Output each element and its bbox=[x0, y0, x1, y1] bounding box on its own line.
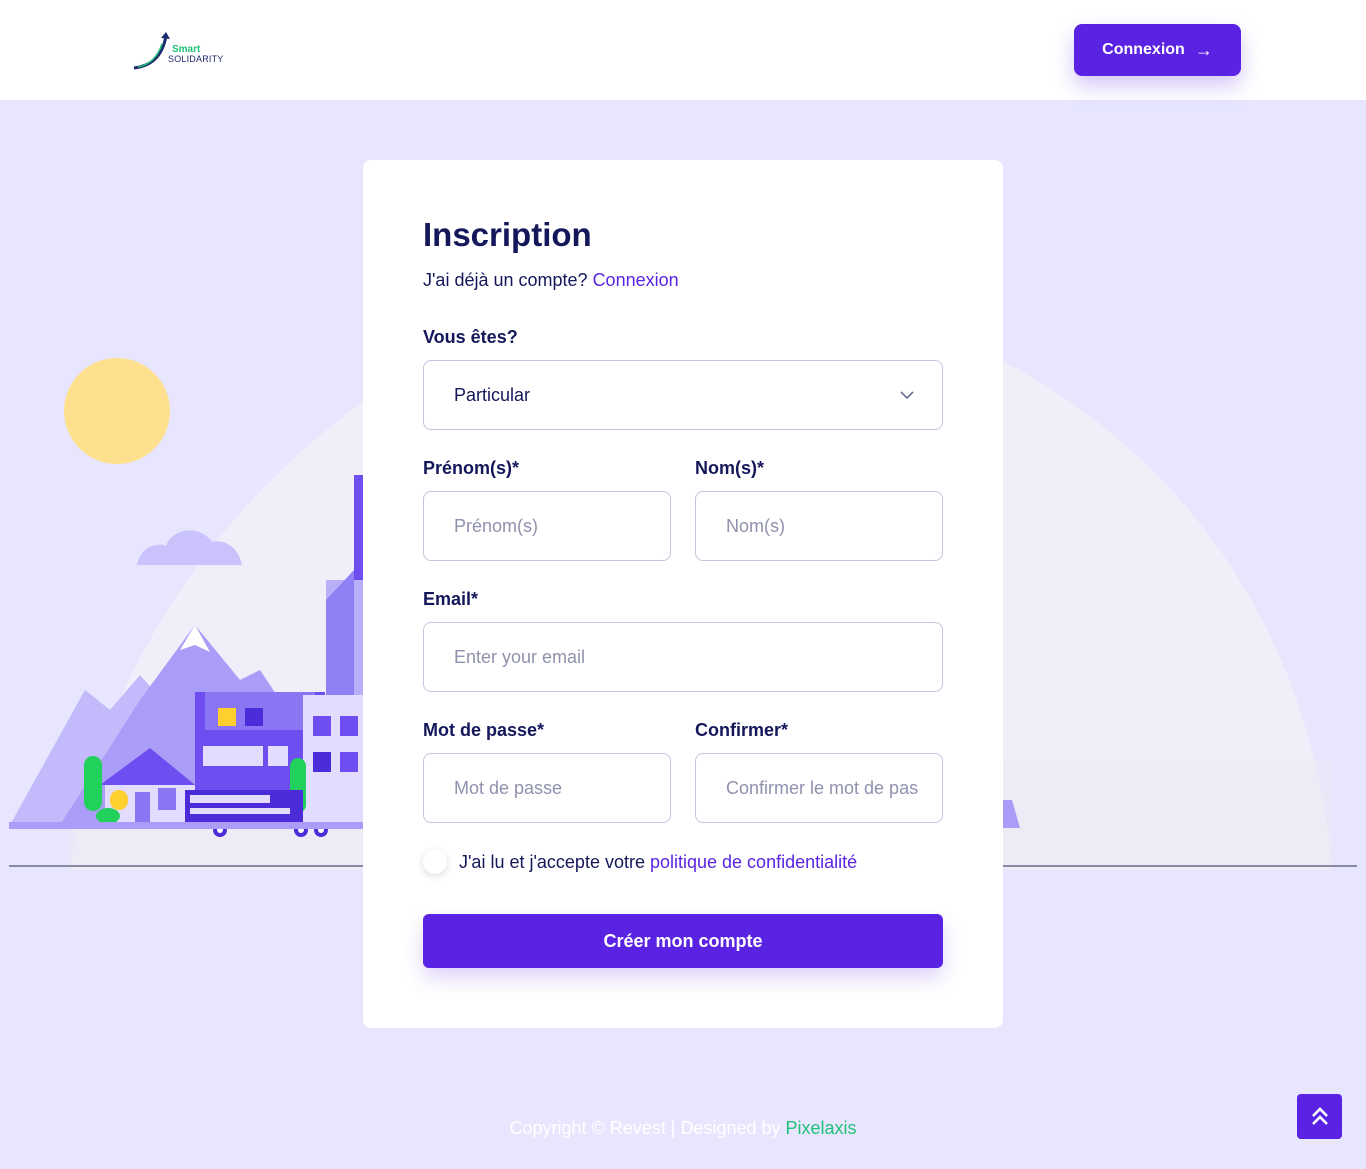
lastname-label: Nom(s)* bbox=[695, 458, 765, 478]
page-title: Inscription bbox=[423, 216, 592, 253]
header: Smart SOLIDARITY Connexion → bbox=[0, 0, 1366, 100]
scroll-to-top-button[interactable] bbox=[1297, 1094, 1342, 1139]
type-select-value: Particular bbox=[454, 384, 531, 405]
logo-swoosh-icon bbox=[133, 32, 170, 70]
confirm-password-field[interactable]: Confirmer le mot de pas bbox=[695, 753, 943, 823]
type-label: Vous êtes? bbox=[423, 327, 518, 347]
arrow-right-icon: → bbox=[1194, 40, 1213, 60]
signup-card: Inscription J'ai déjà un compte? Connexi… bbox=[363, 160, 1003, 1028]
create-account-button[interactable]: Créer mon compte bbox=[423, 914, 943, 968]
email-field[interactable]: Enter your email bbox=[423, 622, 943, 692]
confirm-label: Confirmer* bbox=[695, 720, 789, 740]
confirm-placeholder: Confirmer le mot de pas bbox=[726, 777, 919, 798]
lastname-field[interactable]: Nom(s) bbox=[695, 491, 943, 561]
email-placeholder: Enter your email bbox=[454, 646, 586, 667]
privacy-policy-link[interactable]: politique de confidentialité bbox=[650, 852, 857, 872]
type-select[interactable]: Particular bbox=[423, 360, 943, 430]
terms-label: J'ai lu et j'accepte votre bbox=[459, 852, 645, 872]
firstname-label: Prénom(s)* bbox=[423, 458, 520, 478]
copyright-text: Copyright © Revest | Designed by bbox=[509, 1118, 781, 1138]
firstname-placeholder: Prénom(s) bbox=[454, 515, 539, 536]
password-field[interactable]: Mot de passe bbox=[423, 753, 671, 823]
login-link[interactable]: Connexion bbox=[593, 270, 679, 290]
terms-text: J'ai lu et j'accepte votre politique de … bbox=[459, 852, 857, 873]
have-account-label: J'ai déjà un compte? bbox=[423, 270, 588, 290]
email-label: Email* bbox=[423, 589, 479, 609]
password-label: Mot de passe* bbox=[423, 720, 545, 740]
create-account-label: Créer mon compte bbox=[603, 930, 763, 951]
logo-text-solidarity: SOLIDARITY bbox=[168, 54, 224, 64]
have-account-text: J'ai déjà un compte? Connexion bbox=[423, 270, 679, 291]
sun-icon bbox=[64, 358, 170, 464]
designer-link[interactable]: Pixelaxis bbox=[786, 1118, 857, 1138]
double-chevron-up-icon bbox=[1311, 1106, 1328, 1125]
terms-checkbox[interactable] bbox=[423, 850, 447, 874]
header-login-label: Connexion bbox=[1102, 41, 1185, 58]
chevron-down-icon bbox=[900, 391, 914, 400]
firstname-field[interactable]: Prénom(s) bbox=[423, 491, 671, 561]
logo[interactable]: Smart SOLIDARITY bbox=[132, 30, 232, 70]
lastname-placeholder: Nom(s) bbox=[726, 515, 785, 536]
header-login-button[interactable]: Connexion → bbox=[1074, 24, 1241, 76]
footer: Copyright © Revest | Designed by Pixelax… bbox=[0, 1118, 1366, 1139]
password-placeholder: Mot de passe bbox=[454, 777, 563, 798]
